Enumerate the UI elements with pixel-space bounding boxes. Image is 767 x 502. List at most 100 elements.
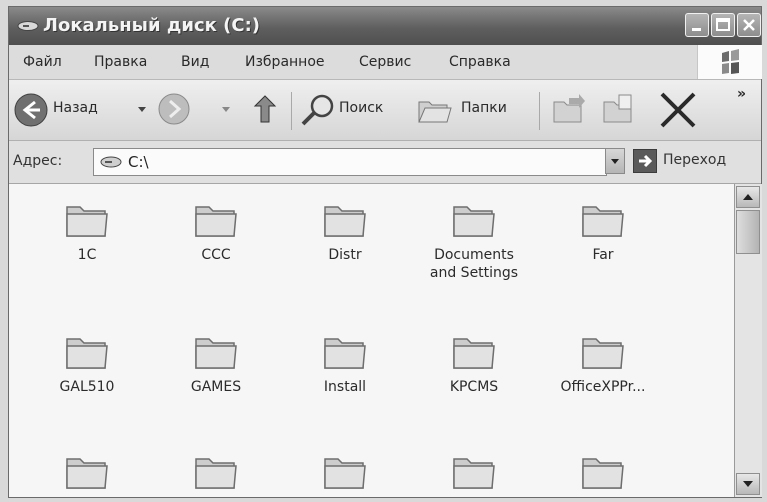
folder-icon (582, 458, 624, 489)
folder-icon (324, 458, 366, 489)
explorer-window: Локальный диск (C:) Файл Правка Вид Избр… (8, 6, 762, 498)
menu-bar: Файл Правка Вид Избранное Сервис Справка (9, 45, 762, 80)
folder-icon (582, 338, 624, 369)
folder-label: GAMES (190, 379, 242, 395)
windows-logo (697, 45, 762, 79)
folder-view: 1C CCC Distr Documents and Settings Far GAL51… (9, 184, 734, 497)
folder-icon (453, 206, 495, 237)
folder-icon (453, 338, 495, 369)
forward-dropdown-icon[interactable] (221, 106, 231, 114)
drive-icon (100, 156, 122, 168)
search-button[interactable]: Поиск (299, 90, 411, 130)
toolbar-separator (291, 92, 292, 130)
folder-label: CCC (201, 247, 231, 263)
move-to-button[interactable] (551, 92, 587, 128)
address-dropdown-button[interactable] (605, 148, 625, 174)
folder-item[interactable] (545, 452, 661, 497)
scroll-up-icon (743, 194, 753, 200)
delete-button[interactable] (657, 90, 699, 130)
address-value[interactable]: C:\ (128, 153, 149, 171)
folder-item[interactable]: Documents and Settings (416, 200, 532, 282)
scroll-up-button[interactable] (736, 186, 760, 208)
folder-item[interactable]: GAL510 (29, 332, 145, 396)
minimize-icon (692, 28, 701, 31)
menu-help[interactable]: Справка (449, 54, 511, 70)
address-field[interactable]: C:\ (93, 148, 607, 176)
folder-icon (66, 338, 108, 369)
copy-to-icon (603, 94, 632, 123)
address-label: Адрес: (13, 153, 63, 169)
copy-to-button[interactable] (601, 92, 637, 128)
folder-icon (195, 458, 237, 489)
vertical-scrollbar[interactable] (734, 184, 762, 497)
folder-label: Distr (328, 247, 362, 263)
scroll-down-icon (743, 481, 753, 487)
folder-icon (66, 206, 108, 237)
folder-label: GAL510 (59, 379, 115, 395)
maximize-button[interactable] (711, 13, 735, 37)
folder-label: Install (323, 379, 367, 395)
up-folder-icon (253, 95, 277, 123)
title-bar[interactable]: Локальный диск (C:) (9, 7, 761, 45)
folder-icon (324, 338, 366, 369)
folder-icon (195, 206, 237, 237)
maximize-icon (716, 18, 730, 31)
toolbar-separator (539, 92, 540, 130)
folders-button[interactable]: Папки (417, 90, 527, 130)
back-label: Назад (53, 100, 98, 116)
forward-button[interactable] (157, 92, 237, 130)
folder-item[interactable]: Install (287, 332, 403, 396)
folder-item[interactable]: OfficeXPPr... (545, 332, 661, 396)
move-to-icon (553, 94, 585, 123)
menu-file[interactable]: Файл (23, 54, 62, 70)
go-arrow-icon (633, 149, 657, 173)
windows-flag-icon (722, 49, 739, 74)
back-button[interactable]: Назад (13, 90, 153, 130)
folders-icon (418, 101, 452, 123)
folder-label: 1C (77, 247, 97, 263)
folder-item[interactable] (29, 452, 145, 497)
chevron-down-icon (611, 159, 619, 164)
delete-x-icon (660, 92, 696, 128)
folder-item[interactable]: GAMES (158, 332, 274, 396)
menu-edit[interactable]: Правка (94, 54, 147, 70)
toolbar-overflow-chevron[interactable]: » (737, 86, 746, 102)
folder-icon (195, 338, 237, 369)
folder-item[interactable] (416, 452, 532, 497)
drive-icon (17, 21, 39, 31)
close-button[interactable] (737, 13, 761, 37)
folder-label: Documents and Settings (429, 247, 519, 281)
search-label: Поиск (339, 100, 384, 116)
folder-item[interactable] (158, 452, 274, 497)
search-icon (301, 94, 334, 126)
standard-toolbar: Назад Поиск Папки » (9, 80, 761, 141)
folder-icon (324, 206, 366, 237)
folder-label: KPCMS (449, 379, 499, 395)
folder-label: OfficeXPPr... (560, 379, 646, 395)
folder-icon (66, 458, 108, 489)
folder-item[interactable]: Far (545, 200, 661, 264)
scroll-down-button[interactable] (736, 473, 760, 495)
menu-tools[interactable]: Сервис (359, 54, 411, 70)
minimize-button[interactable] (685, 13, 709, 37)
folder-item[interactable]: 1C (29, 200, 145, 264)
close-icon (743, 19, 755, 31)
go-label: Переход (663, 152, 727, 168)
folder-item[interactable]: Distr (287, 200, 403, 264)
back-arrow-icon (14, 93, 48, 127)
scroll-thumb[interactable] (736, 210, 760, 254)
folder-item[interactable] (287, 452, 403, 497)
folders-label: Папки (461, 100, 507, 116)
folder-label: Far (592, 247, 614, 263)
folder-item[interactable]: KPCMS (416, 332, 532, 396)
folder-icon (582, 206, 624, 237)
window-title: Локальный диск (C:) (43, 15, 261, 36)
folder-icon (453, 458, 495, 489)
back-dropdown-icon[interactable] (137, 106, 147, 114)
address-bar: Адрес: C:\ Переход (9, 141, 761, 184)
menu-favorites[interactable]: Избранное (245, 54, 325, 70)
go-button[interactable]: Переход (633, 149, 757, 175)
up-folder-button[interactable] (249, 92, 281, 128)
menu-view[interactable]: Вид (181, 54, 209, 70)
folder-item[interactable]: CCC (158, 200, 274, 264)
